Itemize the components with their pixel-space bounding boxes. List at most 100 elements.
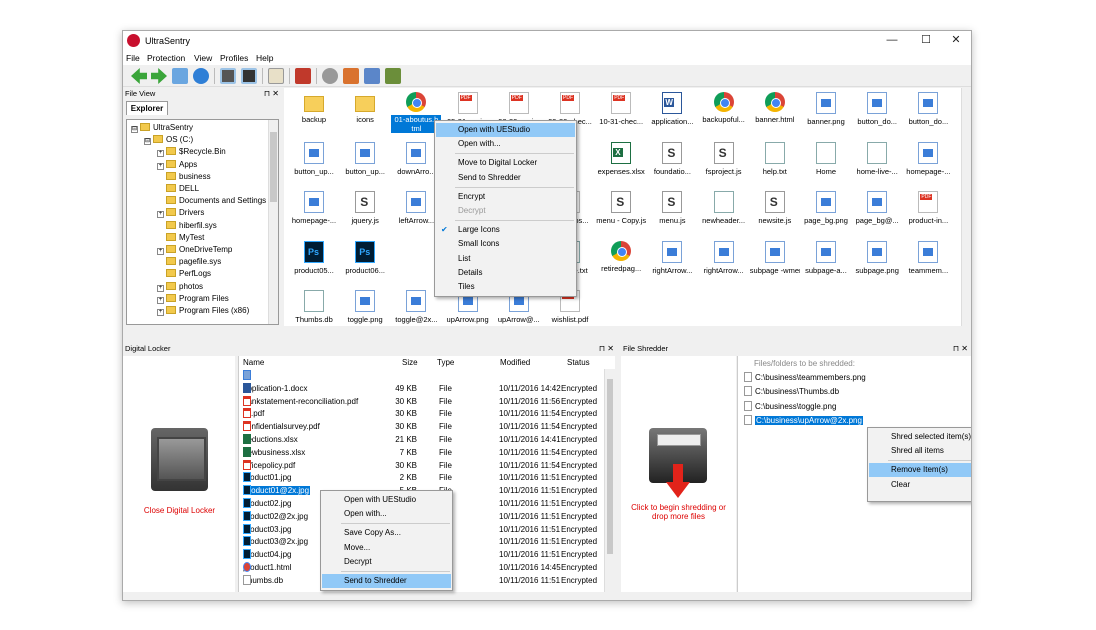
begin-shredding-hint[interactable]: Click to begin shredding or drop more fi… xyxy=(631,503,726,521)
locker-scroll-thumb[interactable] xyxy=(607,379,613,554)
file-item[interactable]: banner.png xyxy=(801,92,851,126)
menu-item[interactable]: Save Copy As... xyxy=(322,526,451,540)
tree-item[interactable]: business xyxy=(157,171,211,183)
pane-pin-close-icon[interactable]: ⊓ ✕ xyxy=(599,343,614,355)
file-item[interactable]: product05... xyxy=(289,240,339,275)
file-item[interactable]: button_do... xyxy=(852,92,902,126)
tree-item[interactable]: ⊟ OS (C:) xyxy=(144,134,193,146)
tree-item[interactable]: + Program Files (x86) xyxy=(157,305,249,317)
tree-item[interactable]: + $Recycle.Bin xyxy=(157,146,226,158)
tree-item[interactable]: + Apps xyxy=(157,159,197,171)
shred-icon[interactable] xyxy=(385,68,401,84)
table-row[interactable]: confidentialsurvey.pdf 30 KB File 10/11/201… xyxy=(239,421,601,434)
settings-icon[interactable] xyxy=(322,68,338,84)
tree-expander-icon[interactable]: ⊟ xyxy=(144,138,151,146)
drive-icon[interactable] xyxy=(241,68,257,84)
menu-item[interactable]: Tiles xyxy=(436,280,575,294)
table-row[interactable]: product01.jpg 2 KB File 10/11/2016 11:51 Enc… xyxy=(239,472,601,485)
file-item[interactable]: jquery.js xyxy=(340,191,390,225)
file-item[interactable]: button_up... xyxy=(340,141,390,176)
shredder-icon[interactable] xyxy=(295,68,311,84)
file-item[interactable]: button_do... xyxy=(903,92,953,126)
menu-item[interactable]: Move... xyxy=(322,541,451,555)
close-button[interactable]: ✕ xyxy=(941,32,971,49)
file-item[interactable]: page_bg.png xyxy=(801,191,851,225)
folder-up-icon[interactable] xyxy=(172,68,188,84)
file-item[interactable]: help.txt xyxy=(750,141,800,176)
menu-item[interactable]: Open with... xyxy=(436,137,575,151)
column-status[interactable]: Status xyxy=(567,356,590,369)
properties-icon[interactable] xyxy=(268,68,284,84)
menu-item[interactable]: Open with... xyxy=(322,507,451,521)
tree-item[interactable]: + photos xyxy=(157,281,203,293)
maximize-button[interactable]: ☐ xyxy=(911,32,941,49)
menu-item[interactable]: Move to Digital Locker xyxy=(436,156,575,170)
file-item[interactable]: newsite.js xyxy=(750,191,800,225)
file-item[interactable]: banner.html xyxy=(750,92,800,124)
locker-safe-icon[interactable] xyxy=(151,428,208,491)
column-name[interactable]: Name xyxy=(243,356,264,369)
menu-view[interactable]: View xyxy=(194,53,212,63)
tab-explorer[interactable]: Explorer xyxy=(126,101,168,115)
file-item[interactable]: subpage -wmenu.png xyxy=(750,240,800,275)
shred-list-item[interactable]: C:\business\teammembers.png xyxy=(744,372,964,385)
shred-list-item[interactable]: C:\business\Thumbs.db xyxy=(744,386,964,399)
menu-item[interactable]: Encrypt xyxy=(436,190,575,204)
menu-item[interactable]: Large Icons xyxy=(436,223,575,237)
menu-item[interactable]: Open with UEStudio xyxy=(322,493,451,507)
menu-item[interactable]: Shred all items xyxy=(869,444,971,458)
file-item[interactable]: menu.js xyxy=(647,191,697,225)
shredder-action-area[interactable]: Click to begin shredding or drop more fi… xyxy=(621,356,736,592)
menu-item[interactable]: Open with UEStudio xyxy=(436,123,575,137)
tree-expander-icon[interactable]: + xyxy=(157,284,164,292)
file-item[interactable]: fsproject.js xyxy=(699,141,749,176)
file-item[interactable]: retiredpag... xyxy=(596,240,646,273)
file-item[interactable]: subpage.png xyxy=(852,240,902,275)
menu-item[interactable]: Remove Item(s) xyxy=(869,463,971,478)
tree-item[interactable]: PerfLogs xyxy=(157,268,211,280)
refresh-icon[interactable] xyxy=(193,68,209,84)
menu-profiles[interactable]: Profiles xyxy=(220,53,248,63)
menu-protection[interactable]: Protection xyxy=(147,53,185,63)
shred-list-item[interactable]: C:\business\upArrow@2x.png xyxy=(744,414,964,428)
tree-item[interactable]: hiberfil.sys xyxy=(157,220,217,232)
tree-item[interactable]: MyTest xyxy=(157,232,204,244)
menu-item[interactable]: Details xyxy=(436,266,575,280)
file-item[interactable]: toggle.png xyxy=(340,290,390,324)
file-item[interactable]: homepage-... xyxy=(903,141,953,176)
table-row[interactable]: newbusiness.xlsx 7 KB File 10/11/2016 11:54… xyxy=(239,446,601,460)
column-size[interactable]: Size xyxy=(402,356,418,369)
decrypt-icon[interactable] xyxy=(364,68,380,84)
file-item[interactable]: subpage-a... xyxy=(801,240,851,275)
file-item[interactable]: product06... xyxy=(340,240,390,275)
file-item[interactable]: teammem... xyxy=(903,240,953,275)
locker-action-area[interactable]: Close Digital Locker xyxy=(123,356,235,592)
tree-expander-icon[interactable]: + xyxy=(157,309,164,316)
close-digital-locker-link[interactable]: Close Digital Locker xyxy=(127,506,232,515)
file-item[interactable]: backupoful... xyxy=(699,92,749,124)
table-row[interactable]: .. xyxy=(239,370,601,383)
file-item[interactable]: homepage-... xyxy=(289,191,339,225)
forward-icon[interactable] xyxy=(151,68,167,84)
tree-item[interactable]: + Drivers xyxy=(157,207,204,219)
explorer-scrollbar[interactable] xyxy=(961,88,971,326)
tree-item[interactable]: ⊟ UltraSentry xyxy=(131,122,193,134)
menu-file[interactable]: File xyxy=(126,53,140,63)
menu-item[interactable]: Decrypt xyxy=(322,555,451,569)
tree-item[interactable]: DELL xyxy=(157,183,199,195)
menu-help[interactable]: Help xyxy=(256,53,273,63)
file-item[interactable]: menu - Copy.js xyxy=(596,191,646,225)
table-row[interactable]: bankstatement-reconciliation.pdf 30 KB Fil… xyxy=(239,395,601,409)
table-row[interactable]: officepolicy.pdf 30 KB File 10/11/2016 11:5… xyxy=(239,459,601,473)
tree-expander-icon[interactable]: + xyxy=(157,248,164,255)
file-item[interactable]: product-in... xyxy=(903,191,953,225)
table-row[interactable]: application-1.docx 49 KB File 10/11/2016 14… xyxy=(239,382,601,396)
file-item[interactable]: button_up... xyxy=(289,141,339,176)
file-item[interactable]: page_bg@... xyxy=(852,191,902,225)
tree-scrollbar[interactable] xyxy=(268,120,278,324)
tree-item[interactable]: Documents and Settings xyxy=(157,195,266,207)
menu-item[interactable]: Shred selected item(s) xyxy=(869,430,971,444)
table-row[interactable]: deductions.xlsx 21 KB File 10/11/2016 14:41… xyxy=(239,434,601,447)
column-modified[interactable]: Modified xyxy=(500,356,530,369)
file-item[interactable]: rightArrow... xyxy=(647,240,697,275)
